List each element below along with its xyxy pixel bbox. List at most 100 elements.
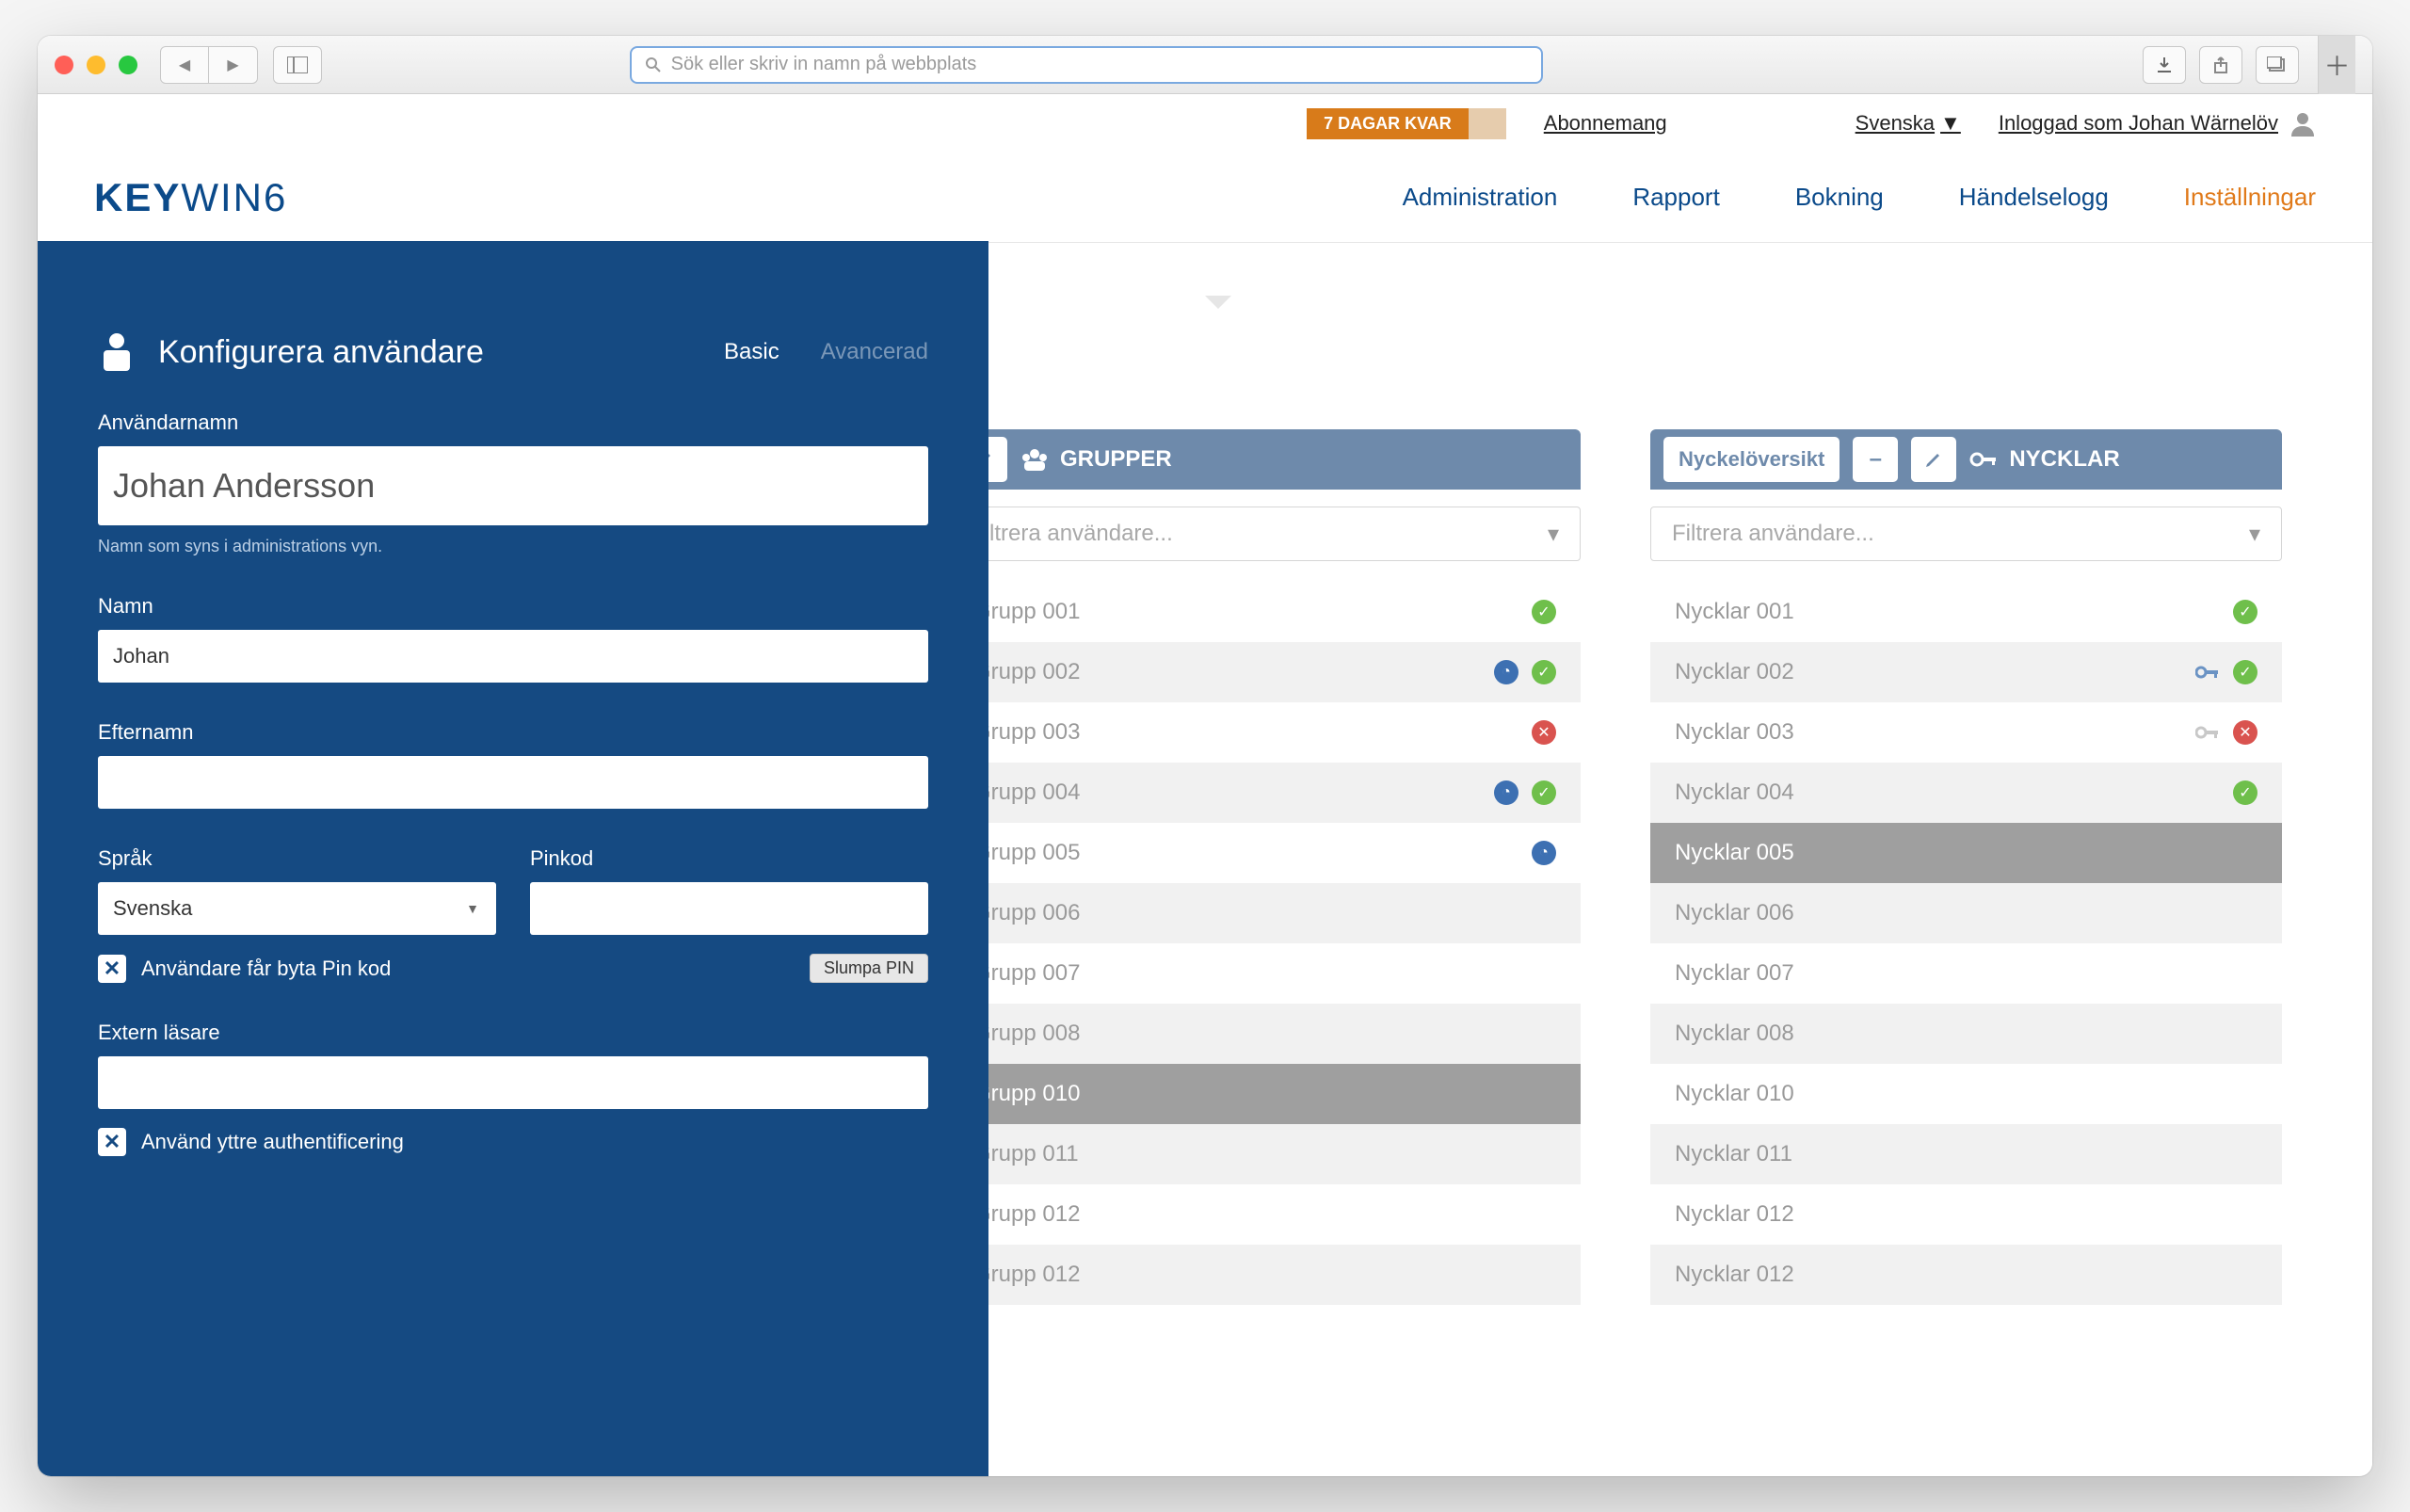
browser-toolbar: ◀ ▶ ＋ bbox=[38, 36, 2372, 94]
keys-row[interactable]: Nycklar 011 bbox=[1650, 1124, 2282, 1184]
groups-row[interactable]: Grupp 010 bbox=[949, 1064, 1581, 1124]
configure-user-panel: Konfigurera användare Basic Avancerad An… bbox=[38, 241, 988, 1476]
keys-row[interactable]: Nycklar 004✓ bbox=[1650, 763, 2282, 823]
app-navbar: KEYWIN6 Administration Rapport Bokning Händ… bbox=[38, 153, 2372, 243]
random-pin-button[interactable]: Slumpa PIN bbox=[810, 954, 928, 983]
nav-inställningar[interactable]: Inställningar bbox=[2184, 183, 2316, 212]
user-icon bbox=[98, 331, 136, 373]
nav-administration[interactable]: Administration bbox=[1403, 183, 1558, 212]
address-bar[interactable] bbox=[630, 46, 1543, 84]
row-label: Nycklar 010 bbox=[1675, 1081, 1794, 1107]
groups-row[interactable]: Grupp 012 bbox=[949, 1245, 1581, 1305]
window-minimize-icon[interactable] bbox=[87, 56, 105, 74]
language-picker[interactable]: Svenska ▼ bbox=[1856, 111, 1961, 136]
keys-filter[interactable]: Filtrera användare... ▾ bbox=[1650, 507, 2282, 561]
subscription-link[interactable]: Abonnemang bbox=[1544, 111, 1667, 136]
row-label: Nycklar 012 bbox=[1675, 1262, 1794, 1288]
groups-row[interactable]: Grupp 004◔✓ bbox=[949, 763, 1581, 823]
groups-row[interactable]: Grupp 005◔ bbox=[949, 823, 1581, 883]
row-label: Nycklar 012 bbox=[1675, 1201, 1794, 1228]
keys-collapse-button[interactable]: – bbox=[1853, 437, 1898, 482]
keys-row[interactable]: Nycklar 001✓ bbox=[1650, 582, 2282, 642]
chevron-down-icon: ▼ bbox=[1940, 111, 1961, 136]
groups-row[interactable]: Grupp 001✓ bbox=[949, 582, 1581, 642]
app-topstrip: 7 DAGAR KVAR Abonnemang Svenska ▼ Inlogg… bbox=[38, 94, 2372, 153]
row-label: Grupp 012 bbox=[973, 1201, 1080, 1228]
username-input[interactable] bbox=[98, 446, 928, 525]
groups-filter[interactable]: Filtrera användare... ▾ bbox=[949, 507, 1581, 561]
keys-row[interactable]: Nycklar 008 bbox=[1650, 1004, 2282, 1064]
groups-filter-placeholder: Filtrera användare... bbox=[971, 521, 1173, 547]
groups-row[interactable]: Grupp 006 bbox=[949, 883, 1581, 943]
back-button[interactable]: ◀ bbox=[160, 46, 209, 84]
nav-händelselogg[interactable]: Händelselogg bbox=[1959, 183, 2109, 212]
window-close-icon[interactable] bbox=[55, 56, 73, 74]
groups-row[interactable]: Grupp 012 bbox=[949, 1184, 1581, 1245]
language-select[interactable] bbox=[98, 882, 496, 935]
keys-row[interactable]: Nycklar 012 bbox=[1650, 1184, 2282, 1245]
groups-title: GRUPPER bbox=[1060, 446, 1172, 473]
groups-row[interactable]: Grupp 007 bbox=[949, 943, 1581, 1004]
trial-badge: 7 DAGAR KVAR bbox=[1307, 108, 1469, 139]
traffic-lights bbox=[55, 56, 137, 74]
keys-row[interactable]: Nycklar 012 bbox=[1650, 1245, 2282, 1305]
panel-tab-basic[interactable]: Basic bbox=[724, 339, 779, 365]
ext-auth-label: Använd yttre authentificering bbox=[141, 1130, 404, 1154]
error-icon: ✕ bbox=[1532, 720, 1556, 745]
row-label: Grupp 007 bbox=[973, 960, 1080, 987]
forward-button[interactable]: ▶ bbox=[209, 46, 258, 84]
share-button[interactable] bbox=[2199, 46, 2242, 84]
groups-row[interactable]: Grupp 002◔✓ bbox=[949, 642, 1581, 702]
groups-row[interactable]: Grupp 008 bbox=[949, 1004, 1581, 1064]
chevron-down-icon: ▾ bbox=[2249, 521, 2260, 548]
ext-reader-input[interactable] bbox=[98, 1056, 928, 1109]
keys-title: NYCKLAR bbox=[2009, 446, 2119, 473]
downloads-button[interactable] bbox=[2143, 46, 2186, 84]
app-logo: KEYWIN6 bbox=[94, 175, 287, 220]
keys-row[interactable]: Nycklar 006 bbox=[1650, 883, 2282, 943]
language-label: Svenska bbox=[1856, 111, 1935, 136]
pin-input[interactable] bbox=[530, 882, 928, 935]
firstname-label: Namn bbox=[98, 594, 928, 619]
keys-edit-button[interactable] bbox=[1911, 437, 1956, 482]
address-input[interactable] bbox=[671, 54, 1528, 75]
logged-in-label: Inloggad som Johan Wärnelöv bbox=[1999, 111, 2278, 136]
keys-row[interactable]: Nycklar 003✕ bbox=[1650, 702, 2282, 763]
row-label: Nycklar 002 bbox=[1675, 659, 1794, 685]
row-label: Grupp 005 bbox=[973, 840, 1080, 866]
groups-row[interactable]: Grupp 011 bbox=[949, 1124, 1581, 1184]
check-icon: ✓ bbox=[2233, 600, 2257, 624]
search-icon bbox=[645, 56, 662, 73]
keys-header: Nyckelöversikt – NYCKLAR bbox=[1650, 429, 2282, 490]
nav-bokning[interactable]: Bokning bbox=[1795, 183, 1884, 212]
sidebar-toggle-button[interactable] bbox=[273, 46, 322, 84]
groups-header: GRUPPER bbox=[949, 429, 1581, 490]
logged-in-user[interactable]: Inloggad som Johan Wärnelöv bbox=[1999, 110, 2316, 137]
firstname-input[interactable] bbox=[98, 630, 928, 683]
keys-row[interactable]: Nycklar 005 bbox=[1650, 823, 2282, 883]
groups-row[interactable]: Grupp 003 ✕ bbox=[949, 702, 1581, 763]
window-zoom-icon[interactable] bbox=[119, 56, 137, 74]
lastname-input[interactable] bbox=[98, 756, 928, 809]
user-icon bbox=[2290, 110, 2316, 137]
keys-row[interactable]: Nycklar 007 bbox=[1650, 943, 2282, 1004]
tabs-button[interactable] bbox=[2256, 46, 2299, 84]
new-tab-button[interactable]: ＋ bbox=[2318, 36, 2355, 94]
panel-tab-advanced[interactable]: Avancerad bbox=[821, 339, 928, 365]
row-label: Grupp 008 bbox=[973, 1021, 1080, 1047]
keys-filter-placeholder: Filtrera användare... bbox=[1672, 521, 1874, 547]
username-hint: Namn som syns i administrations vyn. bbox=[98, 537, 928, 556]
language-label: Språk bbox=[98, 846, 496, 871]
key-overview-button[interactable]: Nyckelöversikt bbox=[1663, 437, 1840, 482]
chevron-down-icon: ▾ bbox=[1548, 521, 1559, 548]
allow-pin-change-checkbox[interactable]: ✕ bbox=[98, 955, 126, 983]
nav-rapport[interactable]: Rapport bbox=[1632, 183, 1720, 212]
row-label: Grupp 003 bbox=[973, 719, 1080, 746]
row-label: Nycklar 003 bbox=[1675, 719, 1794, 746]
ext-auth-checkbox[interactable]: ✕ bbox=[98, 1128, 126, 1156]
keys-row[interactable]: Nycklar 002 ✓ bbox=[1650, 642, 2282, 702]
check-icon: ✓ bbox=[2233, 660, 2257, 684]
row-label: Nycklar 005 bbox=[1675, 840, 1794, 866]
keys-row[interactable]: Nycklar 010 bbox=[1650, 1064, 2282, 1124]
row-label: Grupp 011 bbox=[973, 1141, 1079, 1167]
